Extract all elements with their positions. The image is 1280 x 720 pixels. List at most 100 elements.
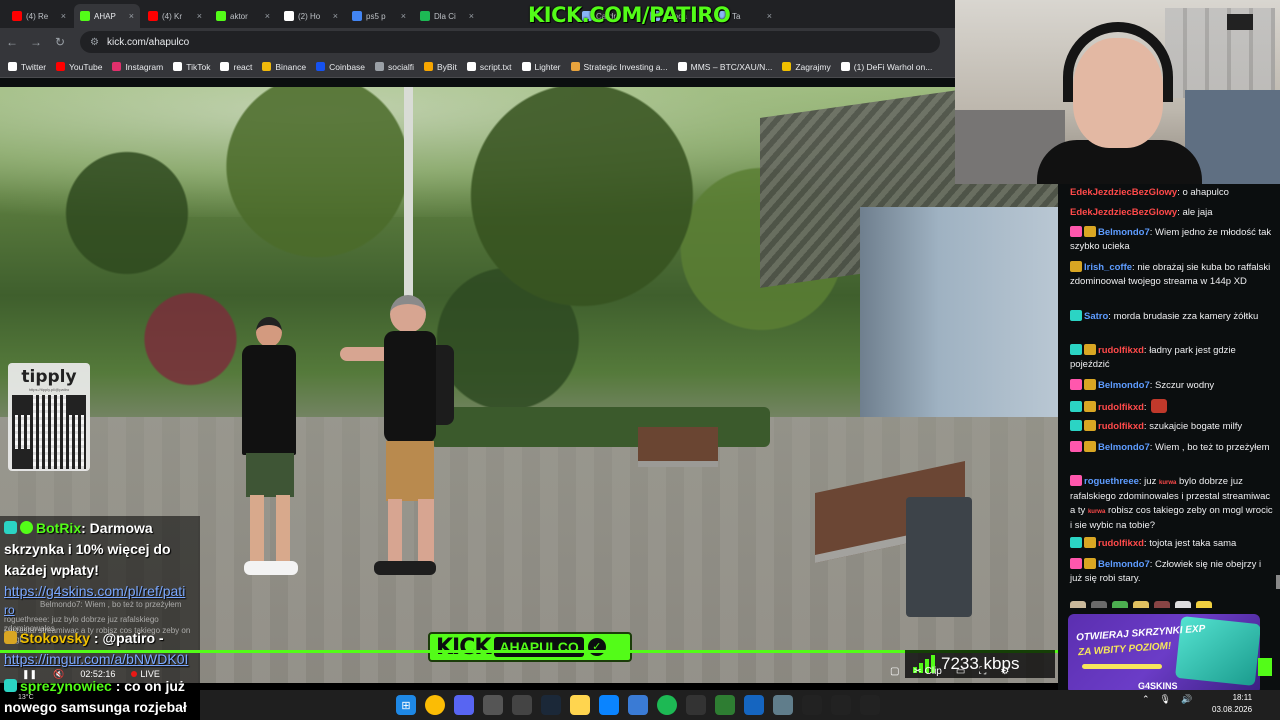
crown-badge-icon[interactable] [1084,537,1096,548]
chat-username[interactable]: EdekJezdziecBezGlowy [1070,187,1177,198]
site-info-icon[interactable]: ⚙ [90,37,99,48]
spotify-icon[interactable] [657,695,677,715]
fullscreen-icon[interactable]: ⛶ [979,666,986,677]
browser-tab[interactable]: (2) Ho × [278,4,344,28]
close-icon[interactable]: × [469,11,474,21]
chat-username[interactable]: rudolfikxd [1098,421,1144,432]
close-icon[interactable]: × [265,11,270,21]
crown-badge-icon[interactable] [1084,401,1096,412]
browser-tab[interactable]: ps5 p × [346,4,412,28]
crown-badge-icon[interactable] [1070,261,1082,272]
crown-badge-icon[interactable] [1084,379,1096,390]
app-icon[interactable] [773,695,793,715]
chat-username[interactable]: EdekJezdziecBezGlowy [1070,207,1177,218]
app-icon[interactable] [802,695,822,715]
close-icon[interactable]: × [767,11,772,21]
bookmark-item[interactable]: TikTok [173,62,210,72]
bookmark-item[interactable]: (1) DeFi Warhol on... [840,62,932,72]
chat-username[interactable]: Belmondo7 [1098,227,1150,238]
chat-username[interactable]: roguethreee [1084,476,1139,487]
gift-badge-icon[interactable] [1070,475,1082,486]
crown-badge-icon[interactable] [1084,226,1096,237]
x-app-icon[interactable] [744,695,764,715]
gift-badge-icon[interactable] [1070,226,1082,237]
bookmark-item[interactable]: Coinbase [316,62,365,72]
edge-icon[interactable] [599,695,619,715]
chat-username[interactable]: Belmondo7 [1098,559,1150,570]
crown-badge-icon[interactable] [1084,558,1096,569]
app-icon[interactable] [860,695,880,715]
gift-badge-icon[interactable] [1070,379,1082,390]
bookmark-item[interactable]: Lighter [521,62,561,72]
g4skins-ad[interactable]: OTWIERAJ SKRZYNKI EXP ZA WBITY POZIOM! G… [1058,608,1280,700]
forward-icon[interactable]: → [24,35,48,49]
clock[interactable]: 18:11 03.08.2026 [1212,692,1252,716]
chat-username[interactable]: Irish_coffe [1084,262,1132,273]
bookmark-item[interactable]: Instagram [112,62,163,72]
bookmark-item[interactable]: react [220,62,252,72]
app-icon[interactable] [831,695,851,715]
bookmark-item[interactable]: ByBit [424,62,457,72]
close-icon[interactable]: × [61,11,66,21]
bookmark-item[interactable]: Strategic Investing a... [570,62,668,72]
bookmark-item[interactable]: Twitter [8,62,46,72]
bookmark-item[interactable]: YouTube [56,62,102,72]
folder-icon[interactable] [570,695,590,715]
expand-icon[interactable]: ▢ [890,666,899,677]
bookmark-item[interactable]: socialfi [375,62,414,72]
bookmark-item[interactable]: Binance [262,62,306,72]
chat-username[interactable]: rudolfikxd [1098,345,1144,356]
gift-badge-icon[interactable] [1070,558,1082,569]
gift-badge-icon[interactable] [1070,441,1082,452]
bookmark-item[interactable]: MMS – BTC/XAU/N... [677,62,772,72]
pause-icon[interactable]: ❚❚ [22,669,37,680]
bookmark-item[interactable]: Zagrajmy [782,62,831,72]
close-icon[interactable]: × [129,11,134,21]
url-input[interactable]: ⚙ kick.com/ahapulco [80,31,940,53]
close-icon[interactable]: × [197,11,202,21]
steam-icon[interactable] [541,695,561,715]
chat-username[interactable]: rudolfikxd [1098,538,1144,549]
overlay-link[interactable]: https://g4skins.com/pl/ref/pati [4,581,185,602]
sub-badge-icon[interactable] [1070,401,1082,412]
settings-icon[interactable]: ⚙ [1000,666,1009,677]
reload-icon[interactable]: ↻ [48,35,72,49]
obs-icon[interactable] [512,695,532,715]
browser-tab[interactable]: Dla Ci × [414,4,480,28]
chrome-icon[interactable] [425,695,445,715]
close-icon[interactable]: × [401,11,406,21]
sub-badge-icon[interactable] [1070,344,1082,355]
sub-badge-icon[interactable] [1070,310,1082,321]
discord-icon[interactable] [454,695,474,715]
app-icon[interactable] [686,695,706,715]
mic-icon[interactable]: 🎙 [1160,694,1171,705]
browser-tab[interactable]: AHAP × [74,4,140,28]
chat-scrollbar[interactable] [1276,575,1280,589]
sub-badge-icon[interactable] [1070,420,1082,431]
back-icon[interactable]: ← [0,35,24,49]
app-icon[interactable] [483,695,503,715]
network-icon[interactable] [628,695,648,715]
weather-widget[interactable]: 13°C [18,694,34,701]
browser-tab[interactable]: (4) Kr × [142,4,208,28]
chat-username[interactable]: Belmondo7 [1098,442,1150,453]
windows-start-icon[interactable]: ⊞ [396,695,416,715]
theater-icon[interactable]: ▭ [956,666,965,677]
chat-username[interactable]: rudolfikxd [1098,402,1144,413]
chat-username[interactable]: Satro [1084,311,1108,322]
ad-green-tab[interactable] [1258,658,1272,676]
ad-banner[interactable]: OTWIERAJ SKRZYNKI EXP ZA WBITY POZIOM! G… [1068,614,1260,694]
crown-badge-icon[interactable] [1084,441,1096,452]
crown-badge-icon[interactable] [1084,420,1096,431]
browser-tab[interactable]: aktor × [210,4,276,28]
volume-icon[interactable]: 🔇 [53,669,64,680]
close-icon[interactable]: × [333,11,338,21]
volume-icon[interactable]: 🔊 [1181,694,1192,705]
sub-badge-icon[interactable] [1070,537,1082,548]
clip-button[interactable]: ✂ Clip [913,666,941,677]
tray-chevron-icon[interactable]: ⌃ [1142,694,1150,705]
crown-badge-icon[interactable] [1084,344,1096,355]
minecraft-icon[interactable] [715,695,735,715]
bookmark-item[interactable]: script.txt [466,62,512,72]
browser-tab[interactable]: (4) Re × [6,4,72,28]
